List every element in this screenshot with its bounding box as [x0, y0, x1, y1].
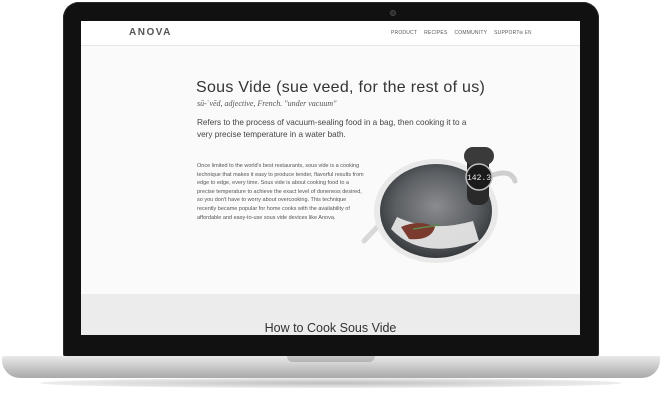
nav-menu: PRODUCT RECIPES COMMUNITY SUPPORT [391, 30, 520, 36]
browser-viewport[interactable]: ANOVA PRODUCT RECIPES COMMUNITY SUPPORT … [81, 21, 580, 335]
laptop-shadow [40, 378, 622, 388]
laptop-notch [287, 356, 375, 362]
pronunciation: sū-ˈvēd, adjective, French. "under vacuu… [197, 99, 337, 108]
nav-item-support[interactable]: SUPPORT [494, 30, 519, 36]
sous-vide-cooker-image: 142.3 [361, 147, 521, 267]
language-label: EN [524, 30, 532, 36]
top-nav: ANOVA PRODUCT RECIPES COMMUNITY SUPPORT … [81, 21, 580, 46]
nav-item-product[interactable]: PRODUCT [391, 30, 417, 36]
webcam-icon [390, 10, 396, 16]
section-heading: How to Cook Sous Vide [264, 321, 397, 335]
language-selector[interactable]: ⊕ EN [519, 30, 532, 36]
body-paragraph: Once limited to the world's best restaur… [197, 163, 364, 221]
anova-logo[interactable]: ANOVA [129, 27, 172, 38]
globe-icon: ⊕ [519, 30, 524, 36]
nav-item-recipes[interactable]: RECIPES [424, 30, 447, 36]
nav-item-community[interactable]: COMMUNITY [454, 30, 487, 36]
cooker-temperature-display: 142.3 [467, 174, 491, 183]
page-title: Sous Vide (sue veed, for the rest of us) [196, 79, 486, 96]
